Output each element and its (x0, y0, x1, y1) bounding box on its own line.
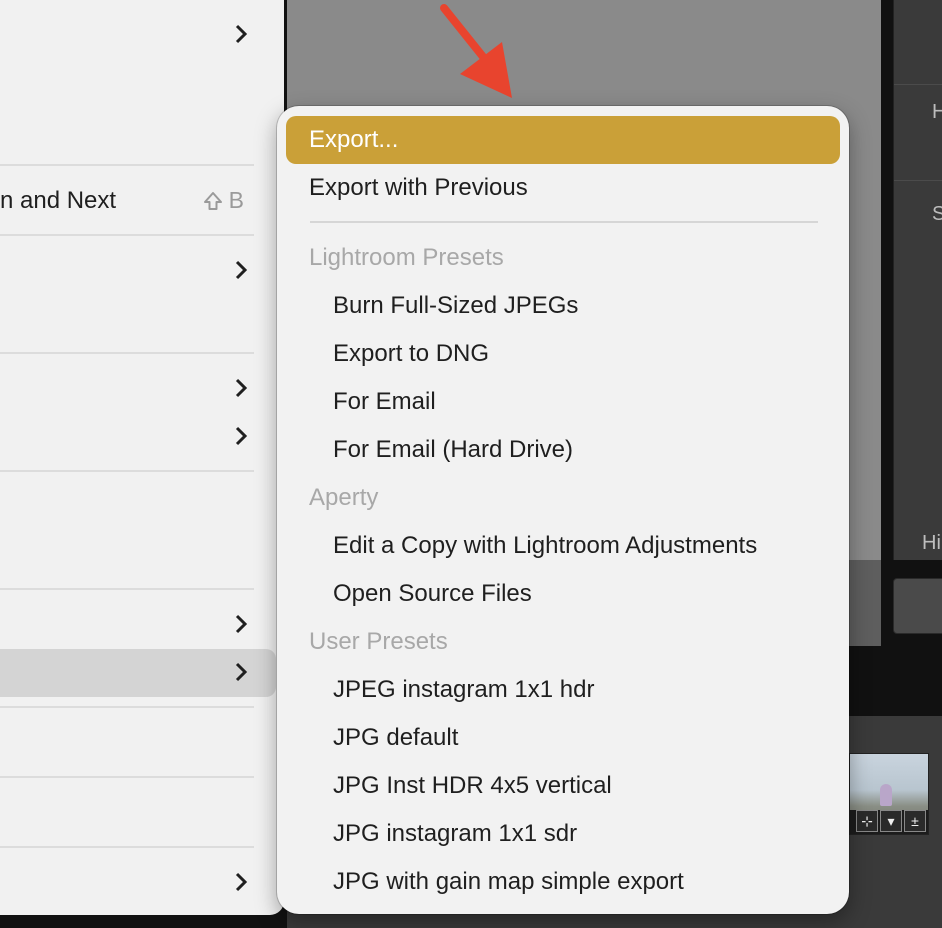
panel-label-hi: Hi (922, 532, 941, 554)
preset-item[interactable]: Edit a Copy with Lightroom Adjustments (286, 522, 840, 570)
adjust-badge-icon: ± (904, 810, 926, 832)
chevron-right-icon (235, 426, 248, 446)
parent-menu-item[interactable] (0, 11, 276, 59)
crop-badge-icon: ⊹ (856, 810, 878, 832)
export-submenu: Export... Export with Previous Lightroom… (277, 106, 849, 914)
menu-divider (0, 776, 254, 778)
preset-item[interactable]: Open Source Files (286, 570, 840, 618)
preset-item[interactable]: JPG Inst HDR 4x5 vertical (286, 762, 840, 810)
chevron-right-icon (235, 872, 248, 892)
preset-item[interactable]: Burn Full-Sized JPEGs (286, 282, 840, 330)
chevron-right-icon (235, 378, 248, 398)
thumbnail-subject (880, 784, 892, 806)
shortcut-label: B (203, 187, 244, 214)
menu-divider (0, 164, 254, 166)
shortcut-key: B (228, 187, 244, 213)
panel-divider (894, 84, 942, 85)
comment-badge-icon: ▾ (880, 810, 902, 832)
chevron-right-icon (235, 614, 248, 634)
chevron-right-icon (235, 260, 248, 280)
menu-divider (0, 234, 254, 236)
menu-divider (310, 221, 818, 223)
preset-item[interactable]: For Email (286, 378, 840, 426)
preset-item[interactable]: JPG with gain map simple export (286, 858, 840, 906)
menu-divider (0, 588, 254, 590)
parent-menu: n and Next B (0, 0, 284, 915)
preset-item[interactable]: JPG default (286, 714, 840, 762)
section-header-aperty: Aperty (309, 484, 379, 511)
section-header-user-presets: User Presets (309, 628, 448, 655)
preset-item[interactable]: Export to DNG (286, 330, 840, 378)
panel-divider (894, 180, 942, 181)
thumbnail-badges: ⊹ ▾ ± (850, 810, 928, 834)
preset-item[interactable]: For Email (Hard Drive) (286, 426, 840, 474)
parent-menu-item-and-next[interactable]: n and Next B (0, 177, 276, 225)
chevron-right-icon (235, 24, 248, 44)
shift-icon (203, 191, 222, 210)
menu-divider (0, 706, 254, 708)
parent-menu-item-label: n and Next (0, 187, 117, 214)
parent-menu-item[interactable] (0, 247, 276, 295)
menu-divider (0, 846, 254, 848)
panel-label-h: H (932, 101, 942, 123)
right-panel: H SD Hi (893, 0, 942, 560)
menu-item-export[interactable]: Export... (286, 116, 840, 164)
parent-menu-item[interactable] (0, 859, 276, 907)
parent-menu-item-export[interactable] (0, 649, 276, 697)
preset-item[interactable]: JPEG instagram 1x1 hdr (286, 666, 840, 714)
menu-item-label: Export... (309, 126, 399, 153)
menu-divider (0, 470, 254, 472)
parent-menu-item[interactable] (0, 413, 276, 461)
red-arrow-icon (440, 4, 512, 98)
panel-button[interactable] (893, 578, 942, 634)
section-header-lightroom-presets: Lightroom Presets (309, 244, 504, 271)
panel-label-sd: SD (932, 203, 942, 225)
chevron-right-icon (235, 662, 248, 682)
preset-item[interactable]: JPG instagram 1x1 sdr (286, 810, 840, 858)
parent-menu-item[interactable] (0, 365, 276, 413)
filmstrip-thumbnail[interactable]: ⊹ ▾ ± (849, 753, 929, 835)
parent-menu-item[interactable] (0, 601, 276, 649)
menu-item-export-with-previous[interactable]: Export with Previous (286, 164, 840, 212)
menu-divider (0, 352, 254, 354)
menu-item-label: Export with Previous (309, 174, 528, 201)
